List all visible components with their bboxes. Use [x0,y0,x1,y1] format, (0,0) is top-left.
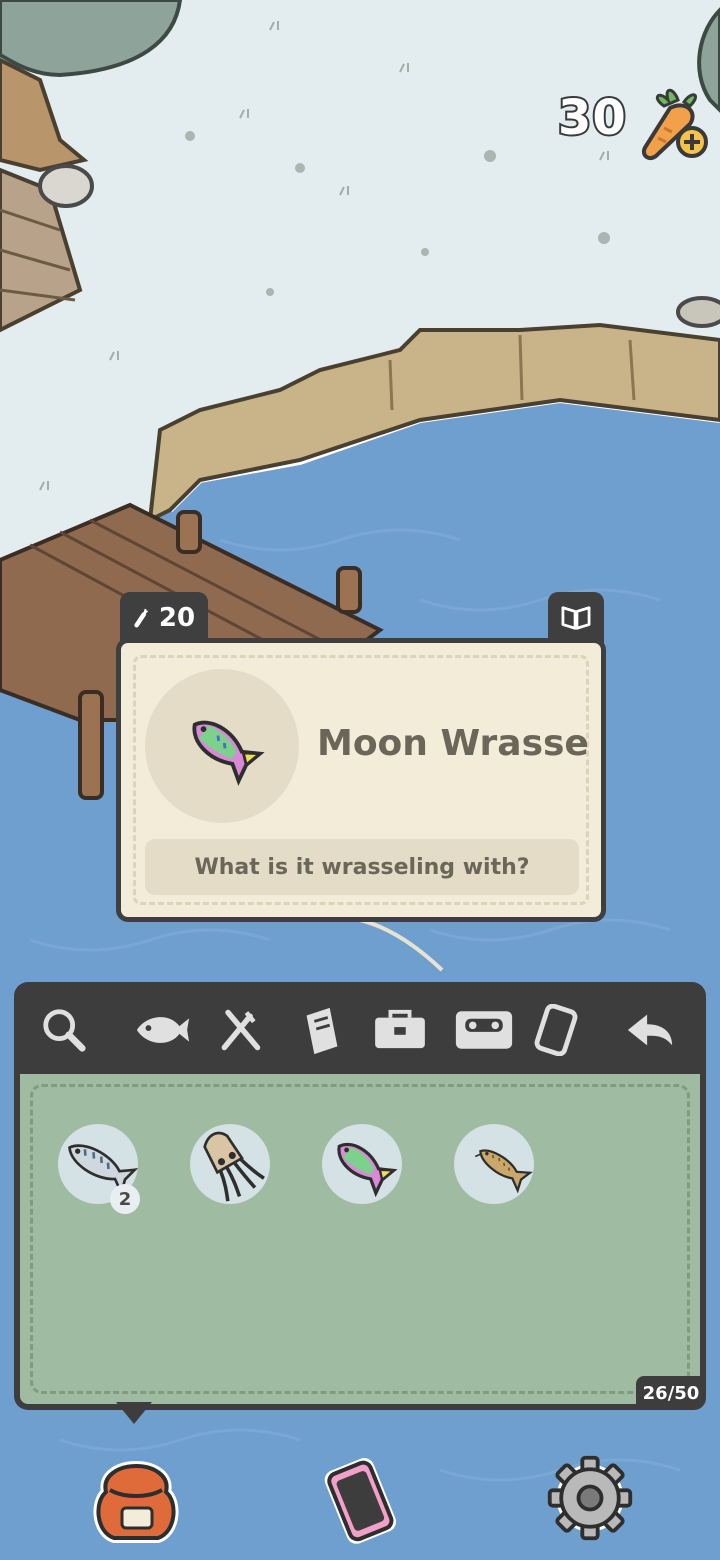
fish-price-tag: 20 [120,592,208,644]
inventory-slot[interactable] [190,1124,270,1204]
carrot-icon [134,608,148,628]
catfish-icon [474,1149,533,1194]
journal-icon[interactable] [292,1000,352,1060]
book-icon [561,606,591,630]
back-arrow-icon[interactable] [620,1000,680,1060]
inventory-toolbar [14,982,706,1078]
carrot-plus-icon[interactable] [634,82,714,166]
inventory-slot[interactable] [322,1124,402,1204]
moon-wrasse-icon [192,720,265,786]
moon-wrasse-icon [337,1143,398,1198]
squid-icon [203,1131,265,1202]
phone-icon[interactable] [526,1000,586,1060]
journal-button[interactable] [548,592,604,644]
fish-name: Moon Wrasse [317,723,589,764]
inventory-slot[interactable]: 2 [58,1124,140,1214]
carrot-currency: 30 [552,82,720,166]
fish-description: What is it wrasseling with? [145,839,579,895]
cassette-icon[interactable] [454,1000,514,1060]
inventory-panel: 2 26/50 [14,1074,706,1410]
fish-price: 20 [158,603,196,633]
phone-icon[interactable] [312,1452,408,1548]
toolbox-icon[interactable] [370,1000,430,1060]
search-icon[interactable] [34,1000,94,1060]
panel-pointer [116,1402,152,1424]
inventory-slot[interactable] [454,1124,534,1204]
fish-info-card: Moon Wrasse What is it wrasseling with? [116,638,606,922]
fork-knife-icon[interactable] [210,1000,270,1060]
item-count: 2 [110,1184,140,1214]
fish-portrait [145,669,299,823]
fish-icon[interactable] [132,1000,192,1060]
carrot-count: 30 [556,88,628,148]
tree-trunk [0,57,89,173]
inventory-capacity: 26/50 [636,1376,706,1410]
settings-gear-icon[interactable] [544,1452,640,1548]
bag-icon[interactable] [88,1452,184,1548]
tree-canopy [0,0,183,78]
